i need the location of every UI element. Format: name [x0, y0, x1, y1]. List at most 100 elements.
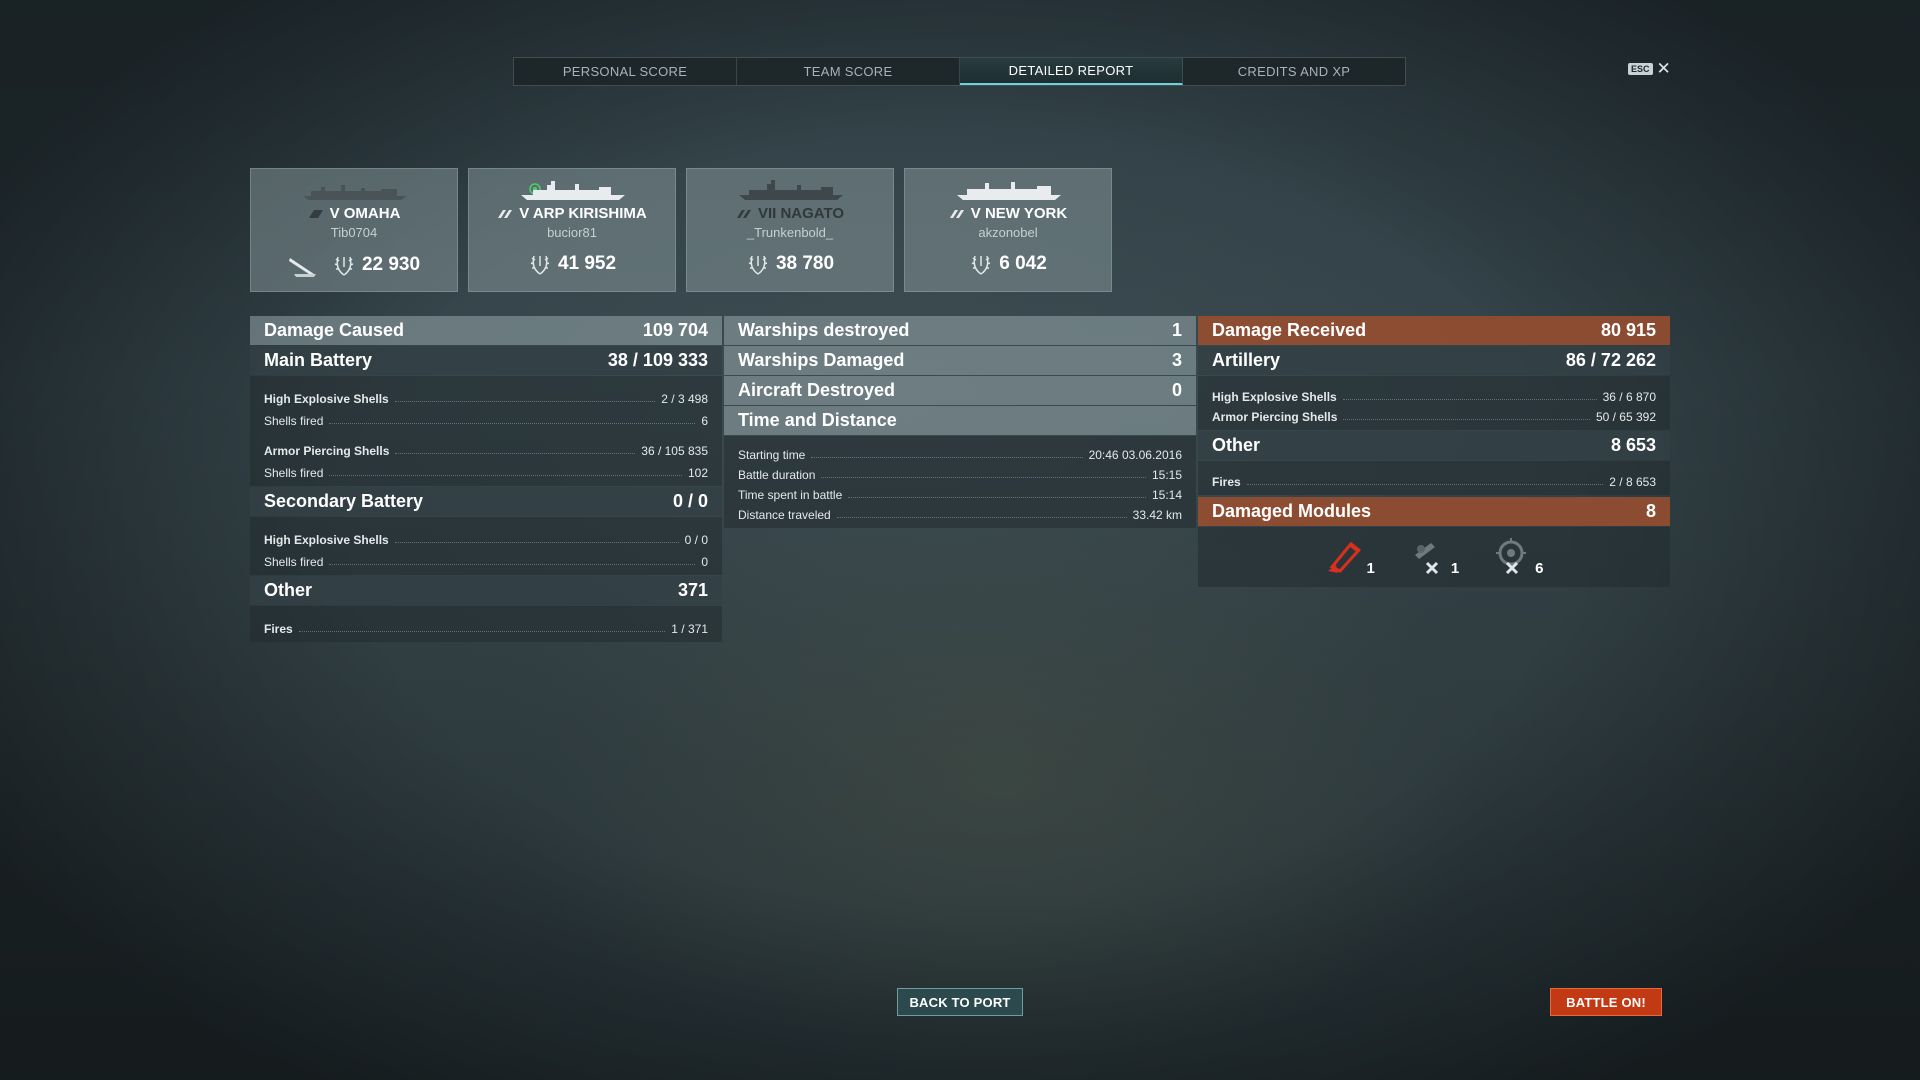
laurel-icon: [971, 255, 991, 275]
laurel-icon: [334, 256, 354, 276]
stat-label: High Explosive Shells: [1212, 390, 1337, 404]
ship-silhouette-icon: [303, 185, 407, 200]
esc-key-label: ESC: [1628, 63, 1653, 75]
secondary-battery-value: 0 / 0: [672, 491, 708, 511]
score-row: 22 930: [251, 252, 457, 278]
warships-damaged-value: 3: [1171, 350, 1182, 370]
player-card-2[interactable]: V ARP KIRISHIMA bucior81 41 952: [468, 168, 676, 292]
damage-caused-header: Damage Caused 109 704: [250, 316, 722, 345]
fire-module-icon: [1328, 541, 1362, 573]
laurel-icon: [748, 255, 768, 275]
back-to-port-button[interactable]: BACK TO PORT: [897, 988, 1023, 1016]
warships-damaged-header: Warships Damaged 3: [724, 346, 1196, 375]
module-item: 6: [1493, 537, 1544, 577]
warships-destroyed-value: 1: [1171, 320, 1182, 340]
stat-row: Starting time 20:46 03.06.2016: [738, 442, 1182, 462]
stat-row: Fires 2 / 8 653: [1212, 469, 1656, 489]
battleship-icon: [736, 209, 751, 218]
stat-label: Battle duration: [738, 468, 816, 482]
artillery-title: Artillery: [1212, 350, 1281, 370]
stat-value: 2 / 8 653: [1609, 475, 1656, 489]
module-count: 1: [1366, 560, 1375, 577]
stat-label: Shells fired: [264, 414, 324, 428]
torpedo-icon: [288, 258, 316, 277]
stat-row: Shells fired 6: [264, 406, 708, 428]
tab-detailed-report[interactable]: DETAILED REPORT: [960, 58, 1183, 85]
stat-row: Distance traveled 33.42 km: [738, 502, 1182, 522]
stat-row: Shells fired 102: [264, 458, 708, 480]
module-count: 1: [1450, 560, 1460, 577]
ship-name-row: V OMAHA: [251, 205, 457, 222]
damage-received-value: 80 915: [1600, 320, 1656, 340]
main-battery-value: 38 / 109 333: [607, 350, 708, 370]
score-value: 38 780: [775, 253, 835, 274]
stat-value: 0 / 0: [684, 533, 708, 547]
tab-team-score[interactable]: TEAM SCORE: [737, 58, 960, 85]
stat-label: High Explosive Shells: [264, 533, 389, 547]
stat-value: 102: [687, 466, 708, 480]
stat-label: Time spent in battle: [738, 488, 843, 502]
stat-value: 36 / 6 870: [1602, 390, 1656, 404]
received-other-details: Fires 2 / 8 653: [1198, 461, 1670, 495]
damaged-modules-value: 8: [1645, 501, 1656, 521]
stat-row: Battle duration 15:15: [738, 462, 1182, 482]
torpedo-tube-destroyed-icon: [1414, 543, 1438, 575]
cruiser-icon: [308, 209, 323, 218]
score-value: 6 042: [999, 253, 1047, 274]
stat-value: 6: [701, 414, 708, 428]
ship-name: V ARP KIRISHIMA: [519, 205, 647, 222]
battle-on-button[interactable]: BATTLE ON!: [1550, 988, 1662, 1016]
player-card-4[interactable]: V NEW YORK akzonobel 6 042: [904, 168, 1112, 292]
tab-credits-and-xp[interactable]: CREDITS AND XP: [1183, 58, 1405, 85]
main-battery-header: Main Battery 38 / 109 333: [250, 346, 722, 375]
stat-row: Armor Piercing Shells 36 / 105 835: [264, 436, 708, 458]
stat-label: Shells fired: [264, 555, 324, 569]
ship-name: V NEW YORK: [970, 205, 1068, 222]
player-name: bucior81: [547, 225, 597, 240]
ship-silhouette-icon: [739, 180, 843, 200]
tab-personal-score[interactable]: PERSONAL SCORE: [514, 58, 737, 85]
received-other-header: Other 8 653: [1198, 431, 1670, 460]
player-card-1[interactable]: V OMAHA Tib0704 22 930: [250, 168, 458, 292]
other-value: 371: [677, 580, 708, 600]
damage-caused-title: Damage Caused: [264, 320, 405, 340]
tab-bar: PERSONAL SCORE TEAM SCORE DETAILED REPOR…: [513, 57, 1406, 86]
warships-damaged-label: Warships Damaged: [738, 350, 905, 370]
ship-silhouette-icon: [957, 182, 1061, 200]
score-value: 22 930: [361, 254, 421, 275]
damaged-modules-list: 1 1 6: [1198, 527, 1670, 587]
damage-received-header: Damage Received 80 915: [1198, 316, 1670, 345]
ship-name: VII NAGATO: [757, 205, 845, 222]
score-value: 41 952: [557, 253, 617, 274]
received-other-title: Other: [1212, 435, 1261, 455]
secondary-battery-title: Secondary Battery: [264, 491, 424, 511]
main-battery-details: High Explosive Shells 2 / 3 498 Shells fi…: [250, 376, 722, 486]
damage-caused-value: 109 704: [642, 320, 708, 340]
stat-label: Distance traveled: [738, 508, 831, 522]
stat-value: 0: [701, 555, 708, 569]
stat-label: High Explosive Shells: [264, 392, 389, 406]
stat-value: 33.42 km: [1132, 508, 1182, 522]
stat-row: Armor Piercing Shells 50 / 65 392: [1212, 404, 1656, 424]
secondary-battery-details: High Explosive Shells 0 / 0 Shells fired 0: [250, 517, 722, 575]
laurel-icon: [530, 255, 550, 275]
other-details: Fires 1 / 371: [250, 606, 722, 642]
secondary-battery-header: Secondary Battery 0 / 0: [250, 487, 722, 516]
close-button[interactable]: ESC ✕: [1628, 59, 1671, 78]
damage-received-panel: Damage Received 80 915 Artillery 86 / 72…: [1198, 316, 1670, 587]
player-card-3[interactable]: VII NAGATO _Trunkenbold_ 38 780: [686, 168, 894, 292]
time-distance-header: Time and Distance: [724, 406, 1196, 435]
stat-row: High Explosive Shells 0 / 0: [264, 525, 708, 547]
ship-name-row: V NEW YORK: [905, 205, 1111, 222]
time-distance-details: Starting time 20:46 03.06.2016 Battle dur…: [724, 436, 1196, 528]
score-row: 41 952: [469, 252, 675, 276]
artillery-header: Artillery 86 / 72 262: [1198, 346, 1670, 375]
artillery-details: High Explosive Shells 36 / 6 870 Armor Pi…: [1198, 376, 1670, 430]
ship-name: V OMAHA: [329, 205, 401, 222]
module-count: 6: [1535, 560, 1544, 577]
warships-destroyed-header: Warships destroyed 1: [724, 316, 1196, 345]
damage-caused-panel: Damage Caused 109 704 Main Battery 38 / …: [250, 316, 722, 643]
stat-label: Shells fired: [264, 466, 324, 480]
module-item: 1: [1409, 537, 1459, 577]
close-icon: ✕: [1656, 59, 1671, 78]
